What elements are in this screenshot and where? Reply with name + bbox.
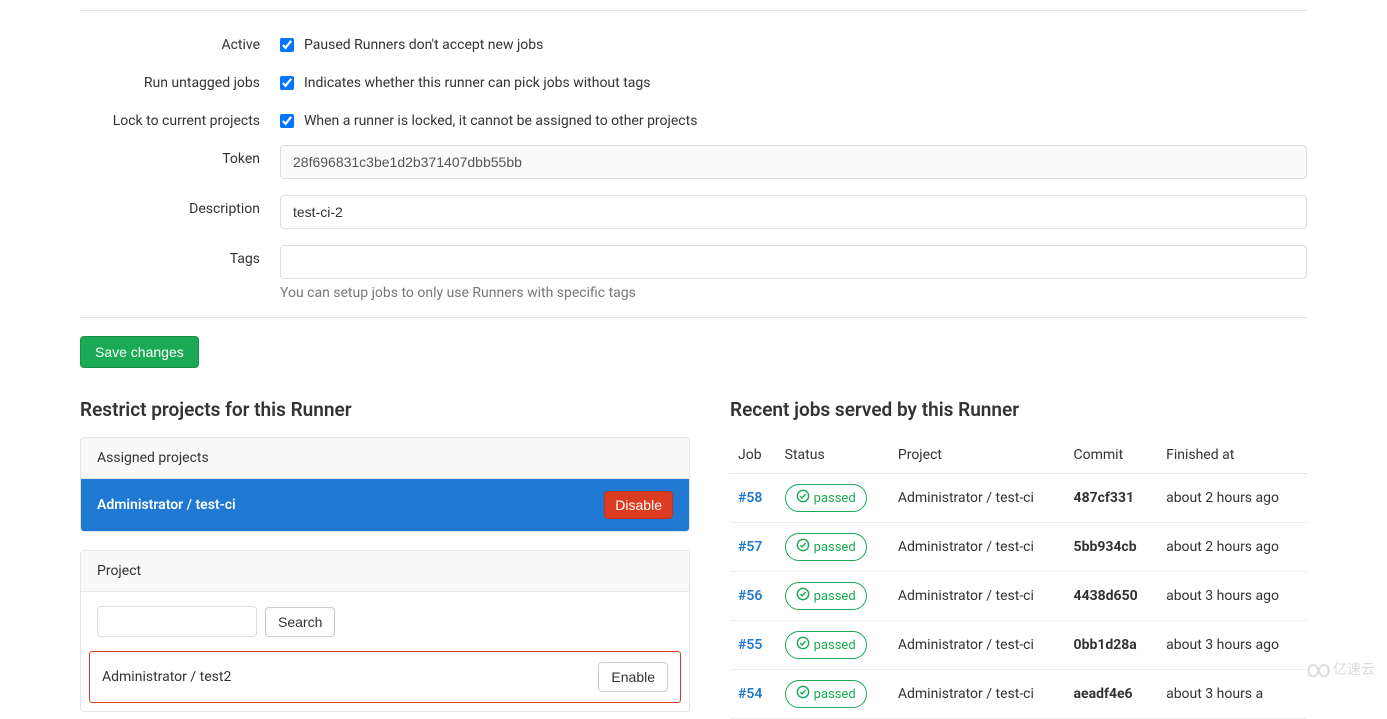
finished-cell: about 2 hours ago [1158,474,1307,523]
job-link[interactable]: #57 [738,539,762,555]
desc-locked: When a runner is locked, it cannot be as… [304,113,697,129]
watermark-text: 亿速云 [1333,659,1375,679]
form-row-untagged: Run untagged jobs Indicates whether this… [80,69,1307,91]
project-cell: Administrator / test-ci [890,670,1066,719]
search-button[interactable]: Search [265,607,335,637]
table-row: #55 passed Administrator / test-ci 0bb1d28a… [730,621,1307,670]
desc-active: Paused Runners don't accept new jobs [304,37,543,53]
restrict-title: Restrict projects for this Runner [80,398,690,421]
check-circle-icon [796,538,810,556]
job-link[interactable]: #56 [738,588,762,604]
check-circle-icon [796,489,810,507]
finished-cell: about 2 hours ago [1158,523,1307,572]
input-description[interactable] [280,195,1307,229]
form-row-token: Token [80,145,1307,179]
status-badge[interactable]: passed [785,631,867,659]
help-tags: You can setup jobs to only use Runners w… [280,285,1307,301]
input-tags[interactable] [280,245,1307,279]
project-search-input[interactable] [97,606,257,637]
disable-button[interactable]: Disable [604,491,673,519]
table-row: #58 passed Administrator / test-ci 487cf331… [730,474,1307,523]
table-row: #54 passed Administrator / test-ci aeadf4e6… [730,670,1307,719]
th-commit: Commit [1066,437,1159,474]
status-text: passed [814,491,856,506]
finished-cell: about 3 hours a [1158,670,1307,719]
project-search-panel: Project Search Administrator / test2 Ena… [80,550,690,712]
assigned-project-name: Administrator / test-ci [97,497,236,513]
status-text: passed [814,540,856,555]
status-text: passed [814,687,856,702]
project-cell: Administrator / test-ci [890,621,1066,670]
form-row-locked: Lock to current projects When a runner i… [80,107,1307,129]
status-text: passed [814,638,856,653]
label-untagged: Run untagged jobs [80,69,280,91]
checkbox-locked[interactable] [280,114,294,128]
available-project-name: Administrator / test2 [102,669,231,685]
label-active: Active [80,31,280,53]
th-finished: Finished at [1158,437,1307,474]
table-row: #56 passed Administrator / test-ci 4438d650… [730,572,1307,621]
assigned-project-row: Administrator / test-ci Disable [81,479,689,531]
enable-button[interactable]: Enable [598,662,668,692]
divider-mid [80,317,1307,318]
th-project: Project [890,437,1066,474]
check-circle-icon [796,587,810,605]
recent-jobs-title: Recent jobs served by this Runner [730,398,1307,421]
job-link[interactable]: #54 [738,686,762,702]
th-status: Status [777,437,890,474]
status-badge[interactable]: passed [785,533,867,561]
table-row: #57 passed Administrator / test-ci 5bb934cb… [730,523,1307,572]
finished-cell: about 3 hours ago [1158,572,1307,621]
status-badge[interactable]: passed [785,582,867,610]
infinity-icon: ∞ [1306,657,1331,681]
checkbox-active[interactable] [280,38,294,52]
recent-jobs-table: Job Status Project Commit Finished at #5… [730,437,1307,719]
desc-untagged: Indicates whether this runner can pick j… [304,75,651,91]
commit-hash[interactable]: 487cf331 [1074,490,1135,506]
divider-top [80,10,1307,11]
project-header: Project [81,551,689,592]
commit-hash[interactable]: aeadf4e6 [1074,686,1133,702]
label-token: Token [80,145,280,167]
project-cell: Administrator / test-ci [890,523,1066,572]
assigned-projects-header: Assigned projects [81,438,689,479]
available-project-row: Administrator / test2 Enable [89,651,681,703]
check-circle-icon [796,685,810,703]
watermark: ∞ 亿速云 [1306,657,1375,681]
status-badge[interactable]: passed [785,484,867,512]
job-link[interactable]: #55 [738,637,762,653]
save-changes-button[interactable]: Save changes [80,336,199,368]
commit-hash[interactable]: 0bb1d28a [1074,637,1137,653]
check-circle-icon [796,636,810,654]
project-cell: Administrator / test-ci [890,474,1066,523]
checkbox-untagged[interactable] [280,76,294,90]
job-link[interactable]: #58 [738,490,762,506]
commit-hash[interactable]: 5bb934cb [1074,539,1137,555]
form-row-active: Active Paused Runners don't accept new j… [80,31,1307,53]
th-job: Job [730,437,777,474]
label-locked: Lock to current projects [80,107,280,129]
finished-cell: about 3 hours ago [1158,621,1307,670]
input-token[interactable] [280,145,1307,179]
label-tags: Tags [80,245,280,267]
form-row-tags: Tags You can setup jobs to only use Runn… [80,245,1307,301]
commit-hash[interactable]: 4438d650 [1074,588,1138,604]
label-description: Description [80,195,280,217]
assigned-projects-panel: Assigned projects Administrator / test-c… [80,437,690,532]
status-text: passed [814,589,856,604]
project-cell: Administrator / test-ci [890,572,1066,621]
form-row-description: Description [80,195,1307,229]
status-badge[interactable]: passed [785,680,867,708]
